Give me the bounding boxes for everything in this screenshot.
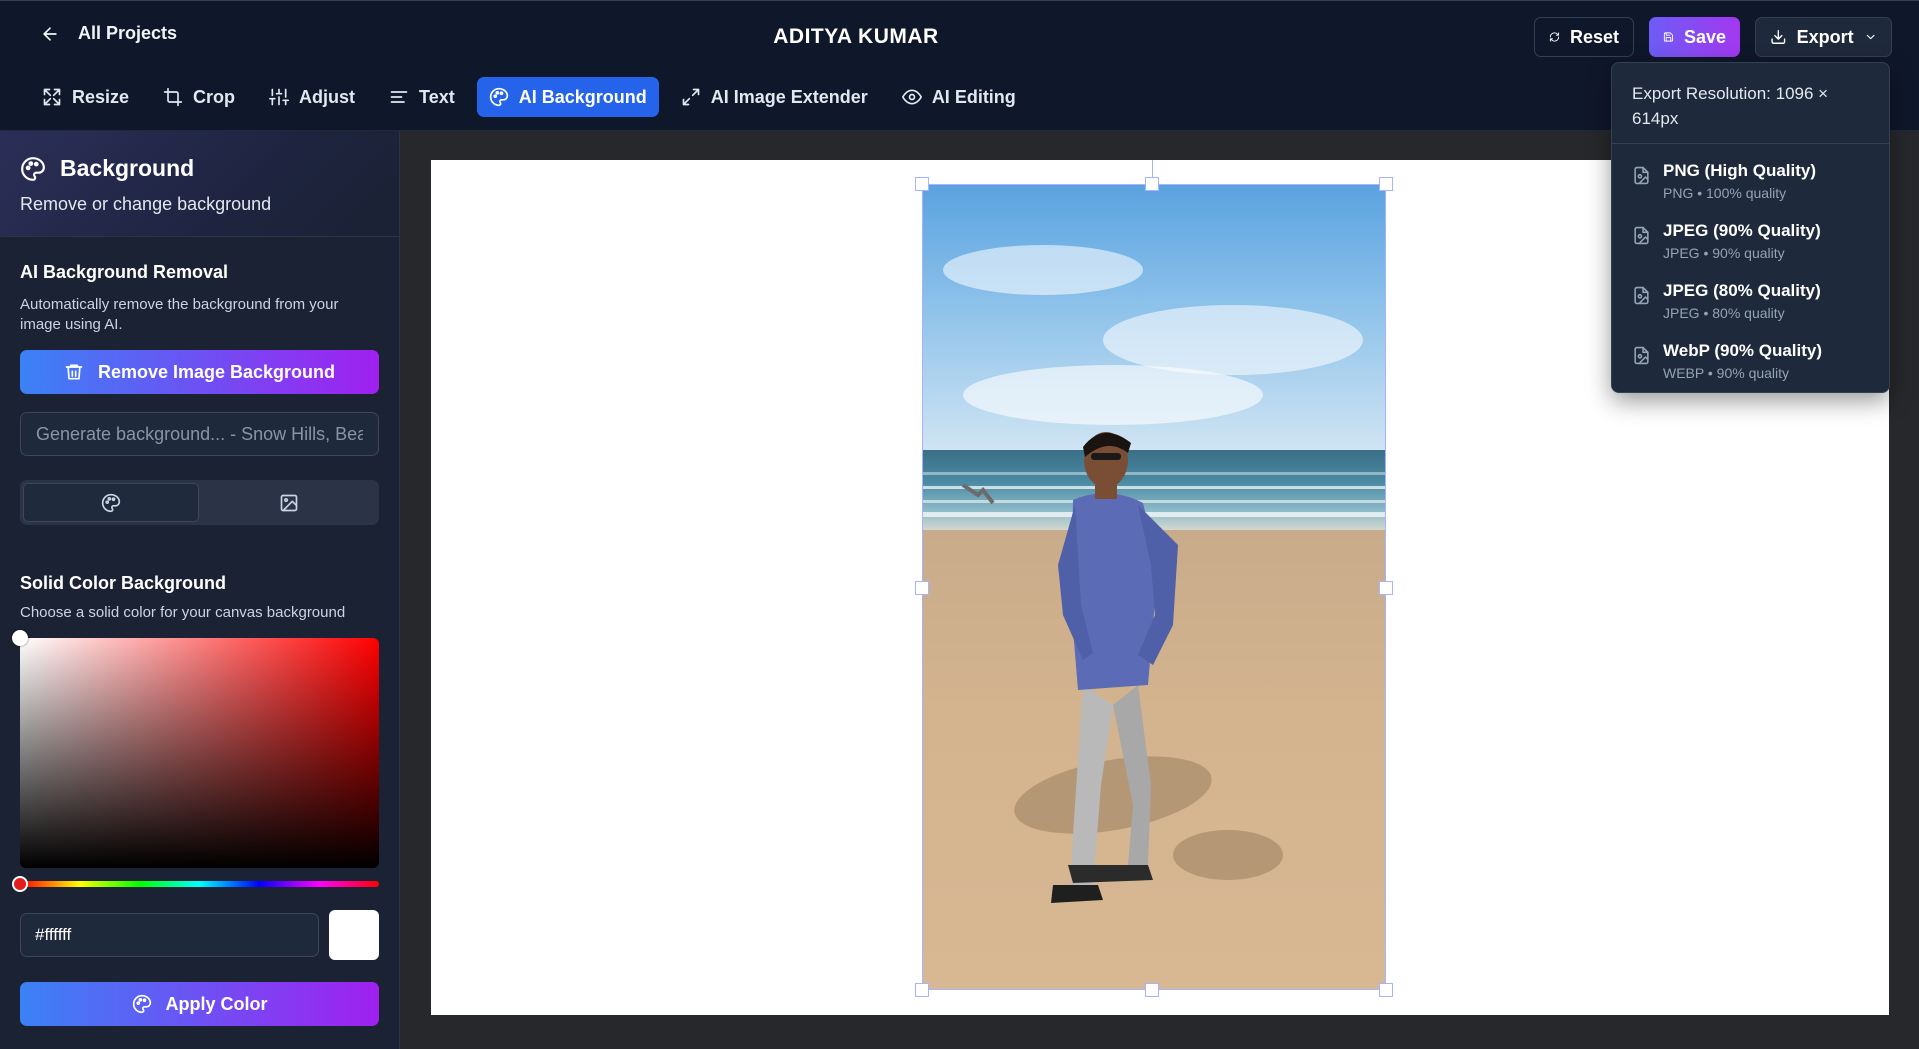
save-icon (1663, 32, 1674, 42)
tab-crop[interactable]: Crop (151, 77, 247, 117)
eye-icon (901, 89, 922, 105)
export-option-png[interactable]: PNG (High Quality) PNG • 100% quality (1612, 156, 1889, 216)
export-resolution: Export Resolution: 1096 × 614px (1612, 63, 1889, 144)
mode-image-tab[interactable] (203, 483, 377, 522)
export-option-label: WebP (90% Quality) (1663, 341, 1823, 360)
hue-handle[interactable] (12, 876, 28, 892)
reset-button[interactable]: Reset (1534, 17, 1634, 57)
export-option-sub: WEBP • 90% quality (1663, 365, 1790, 381)
remove-background-button[interactable]: Remove Image Background (20, 350, 379, 394)
project-title: ADITYA KUMAR (773, 25, 939, 48)
tab-label: AI Background (518, 86, 647, 107)
apply-color-button[interactable]: Apply Color (20, 982, 379, 1026)
palette-icon (21, 156, 45, 181)
export-option-jpeg-80[interactable]: JPEG (80% Quality) JPEG • 80% quality (1612, 276, 1889, 336)
tab-ai-editing[interactable]: AI Editing (890, 77, 1028, 117)
hue-slider[interactable] (12, 876, 379, 892)
export-option-sub: PNG • 100% quality (1663, 185, 1787, 201)
export-option-sub: JPEG • 80% quality (1663, 305, 1785, 321)
solid-color-title: Solid Color Background (20, 573, 227, 593)
resize-handle-tl[interactable] (915, 177, 929, 191)
resize-handle-mr[interactable] (1379, 581, 1393, 595)
ai-removal-description: Automatically remove the background from… (20, 296, 339, 333)
solid-color-description: Choose a solid color for your canvas bac… (20, 604, 346, 621)
export-option-label: JPEG (90% Quality) (1663, 221, 1821, 240)
tab-label: Crop (193, 86, 236, 107)
resize-icon (43, 88, 61, 106)
ai-removal-title: AI Background Removal (20, 262, 229, 282)
resize-handle-tr[interactable] (1379, 177, 1393, 191)
tab-label: AI Image Extender (710, 86, 868, 107)
export-menu: Export Resolution: 1096 × 614px PNG (Hig… (1611, 62, 1890, 393)
image-icon (280, 494, 298, 511)
tab-ai-background[interactable]: AI Background (476, 77, 659, 117)
export-button[interactable]: Export (1755, 17, 1892, 57)
sliders-icon (269, 88, 290, 106)
tool-tabs: Resize Crop Adjust Text AI Background AI… (30, 77, 1028, 117)
panel-title: Background (60, 155, 195, 181)
palette-icon (132, 994, 151, 1014)
save-button[interactable]: Save (1649, 17, 1740, 57)
save-label: Save (1683, 26, 1726, 47)
export-label: Export (1796, 26, 1854, 47)
color-swatch (329, 910, 379, 960)
tab-label: Adjust (299, 86, 356, 107)
panel-header: Background Remove or change background (0, 131, 399, 237)
palette-icon (489, 87, 508, 107)
reset-label: Reset (1569, 26, 1619, 47)
saturation-handle[interactable] (12, 630, 28, 646)
download-icon (1771, 30, 1786, 44)
chevron-down-icon (1866, 34, 1875, 40)
saturation-picker[interactable] (12, 630, 379, 868)
panel-subtitle: Remove or change background (20, 194, 272, 214)
resize-handle-ml[interactable] (915, 581, 929, 595)
tab-resize[interactable]: Resize (30, 77, 141, 117)
tab-label: Resize (72, 86, 130, 107)
background-prompt-input[interactable] (20, 412, 379, 456)
background-mode-toggle (20, 480, 379, 525)
resize-handle-bm[interactable] (1145, 983, 1159, 997)
file-image-icon (1634, 286, 1649, 305)
export-option-jpeg-90[interactable]: JPEG (90% Quality) JPEG • 90% quality (1612, 216, 1889, 276)
canvas-image[interactable] (922, 184, 1386, 990)
expand-icon (682, 88, 700, 106)
apply-color-label: Apply Color (165, 993, 268, 1014)
crop-icon (163, 87, 183, 107)
export-option-label: JPEG (80% Quality) (1663, 281, 1821, 300)
tab-text[interactable]: Text (377, 77, 467, 117)
person-figure (961, 432, 1178, 903)
file-image-icon (1634, 166, 1649, 185)
tab-label: AI Editing (931, 86, 1016, 107)
palette-icon (101, 493, 120, 512)
header-actions: Reset Save Export (1534, 17, 1892, 57)
file-image-icon (1634, 226, 1649, 245)
tab-ai-image-extender[interactable]: AI Image Extender (669, 77, 880, 117)
mode-color-tab[interactable] (23, 483, 199, 522)
text-icon (390, 91, 408, 103)
file-image-icon (1634, 346, 1649, 365)
trash-icon (65, 364, 83, 380)
resize-handle-br[interactable] (1379, 983, 1393, 997)
remove-background-label: Remove Image Background (97, 361, 336, 382)
tab-adjust[interactable]: Adjust (257, 77, 367, 117)
export-option-webp[interactable]: WebP (90% Quality) WEBP • 90% quality (1612, 336, 1889, 396)
resize-handle-bl[interactable] (915, 983, 929, 997)
resize-handle-tm[interactable] (1145, 177, 1159, 191)
export-option-sub: JPEG • 90% quality (1663, 245, 1785, 261)
refresh-icon (1549, 32, 1560, 42)
tab-label: Text (419, 86, 455, 107)
background-panel: Background Remove or change background A… (0, 131, 400, 1049)
export-option-label: PNG (High Quality) (1663, 161, 1816, 180)
hex-color-input[interactable]: #ffffff (20, 913, 319, 957)
